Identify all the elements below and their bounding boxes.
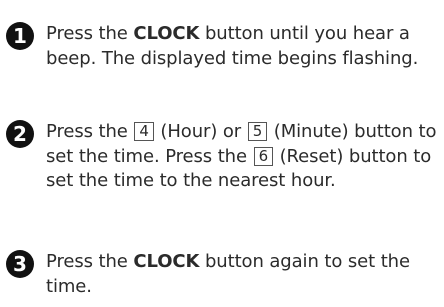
key-5-label: 5 <box>247 122 268 141</box>
step-number-badge: 2 <box>6 120 34 148</box>
step-text: Press the CLOCK button again to set the … <box>46 250 440 299</box>
step-text: Press the CLOCK button until you hear a … <box>46 22 440 71</box>
step-text-segment: Press the <box>46 121 134 142</box>
step-text-segment: Press the <box>46 23 134 44</box>
button-name: CLOCK <box>133 23 200 44</box>
step-text: Press the 4 (Hour) or 5 (Minute) button … <box>46 120 440 194</box>
button-name: CLOCK <box>133 251 200 272</box>
step-text-segment: Press the <box>46 251 134 272</box>
key-4-label: 4 <box>134 122 154 141</box>
key-6-label: 6 <box>253 146 274 166</box>
step-number-badge: 3 <box>6 250 34 278</box>
step-text-segment: (Hour) or <box>154 121 247 142</box>
step-number-badge: 1 <box>6 22 34 50</box>
